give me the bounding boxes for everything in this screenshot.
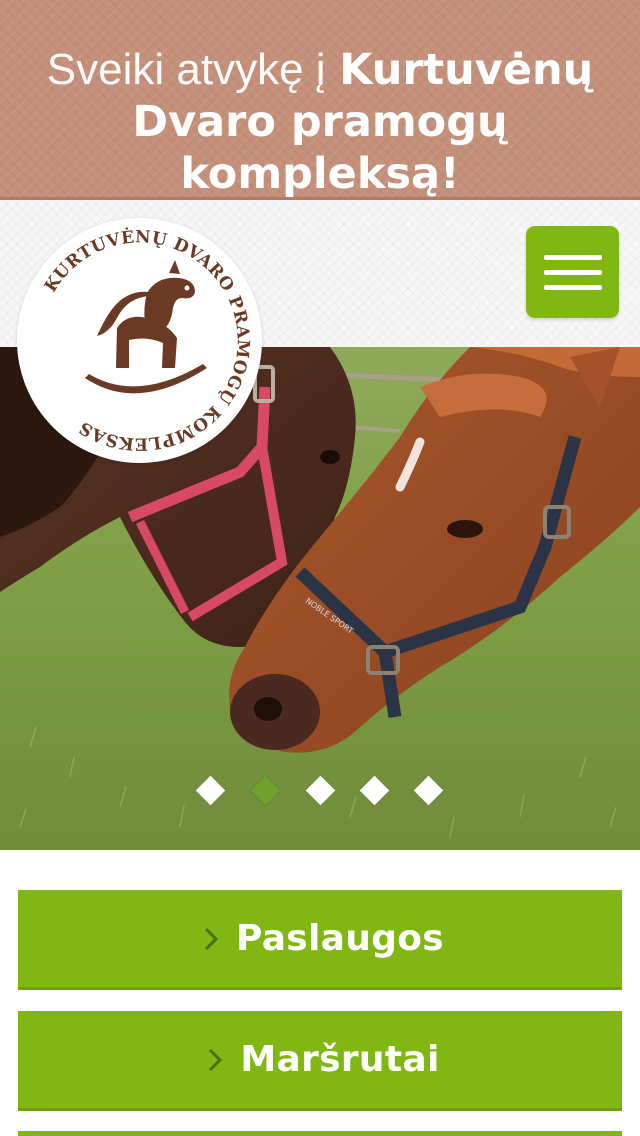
welcome-brand-line-2: Dvaro pramogų kompleksą! bbox=[132, 97, 508, 199]
menu-button[interactable] bbox=[526, 226, 619, 318]
nav-button-marsrutai[interactable]: Maršrutai bbox=[18, 1011, 622, 1111]
hamburger-icon-bar-2 bbox=[544, 270, 602, 275]
nav-button-label: Paslaugos bbox=[235, 918, 445, 959]
chevron-right-icon bbox=[204, 927, 219, 950]
welcome-greeting: Sveiki atvykę į bbox=[46, 45, 326, 94]
slider-pagination bbox=[0, 775, 640, 810]
nav-button-next[interactable] bbox=[18, 1131, 622, 1136]
hamburger-icon-bar-3 bbox=[544, 285, 602, 290]
chevron-right-icon bbox=[209, 1048, 223, 1071]
hamburger-icon-bar-1 bbox=[544, 255, 602, 260]
slider-dot-5[interactable] bbox=[413, 775, 444, 806]
site-logo[interactable]: KURTUVĖNŲ DVARO PRAMOGŲ KOMPLEKSAS bbox=[17, 218, 262, 463]
welcome-banner: Sveiki atvykę į Kurtuvėnų Dvaro pramogų … bbox=[0, 0, 640, 200]
welcome-text: Sveiki atvykę į Kurtuvėnų Dvaro pramogų … bbox=[20, 44, 620, 200]
slider-dot-2[interactable] bbox=[250, 775, 281, 806]
slider-dot-1[interactable] bbox=[195, 775, 226, 806]
welcome-brand-line-1: Kurtuvėnų bbox=[339, 45, 594, 95]
svg-text:KURTUVĖNŲ DVARO PRAMOGŲ KOMPLE: KURTUVĖNŲ DVARO PRAMOGŲ KOMPLEKSAS bbox=[41, 226, 253, 453]
slider-dot-3[interactable] bbox=[305, 775, 336, 806]
slider-dot-4[interactable] bbox=[359, 775, 390, 806]
rocking-horse-icon: KURTUVĖNŲ DVARO PRAMOGŲ KOMPLEKSAS bbox=[41, 226, 253, 453]
nav-button-paslaugos[interactable]: Paslaugos bbox=[18, 890, 622, 990]
nav-button-label: Maršrutai bbox=[240, 1039, 440, 1080]
logo-text: KURTUVĖNŲ DVARO PRAMOGŲ KOMPLEKSAS bbox=[41, 226, 253, 453]
